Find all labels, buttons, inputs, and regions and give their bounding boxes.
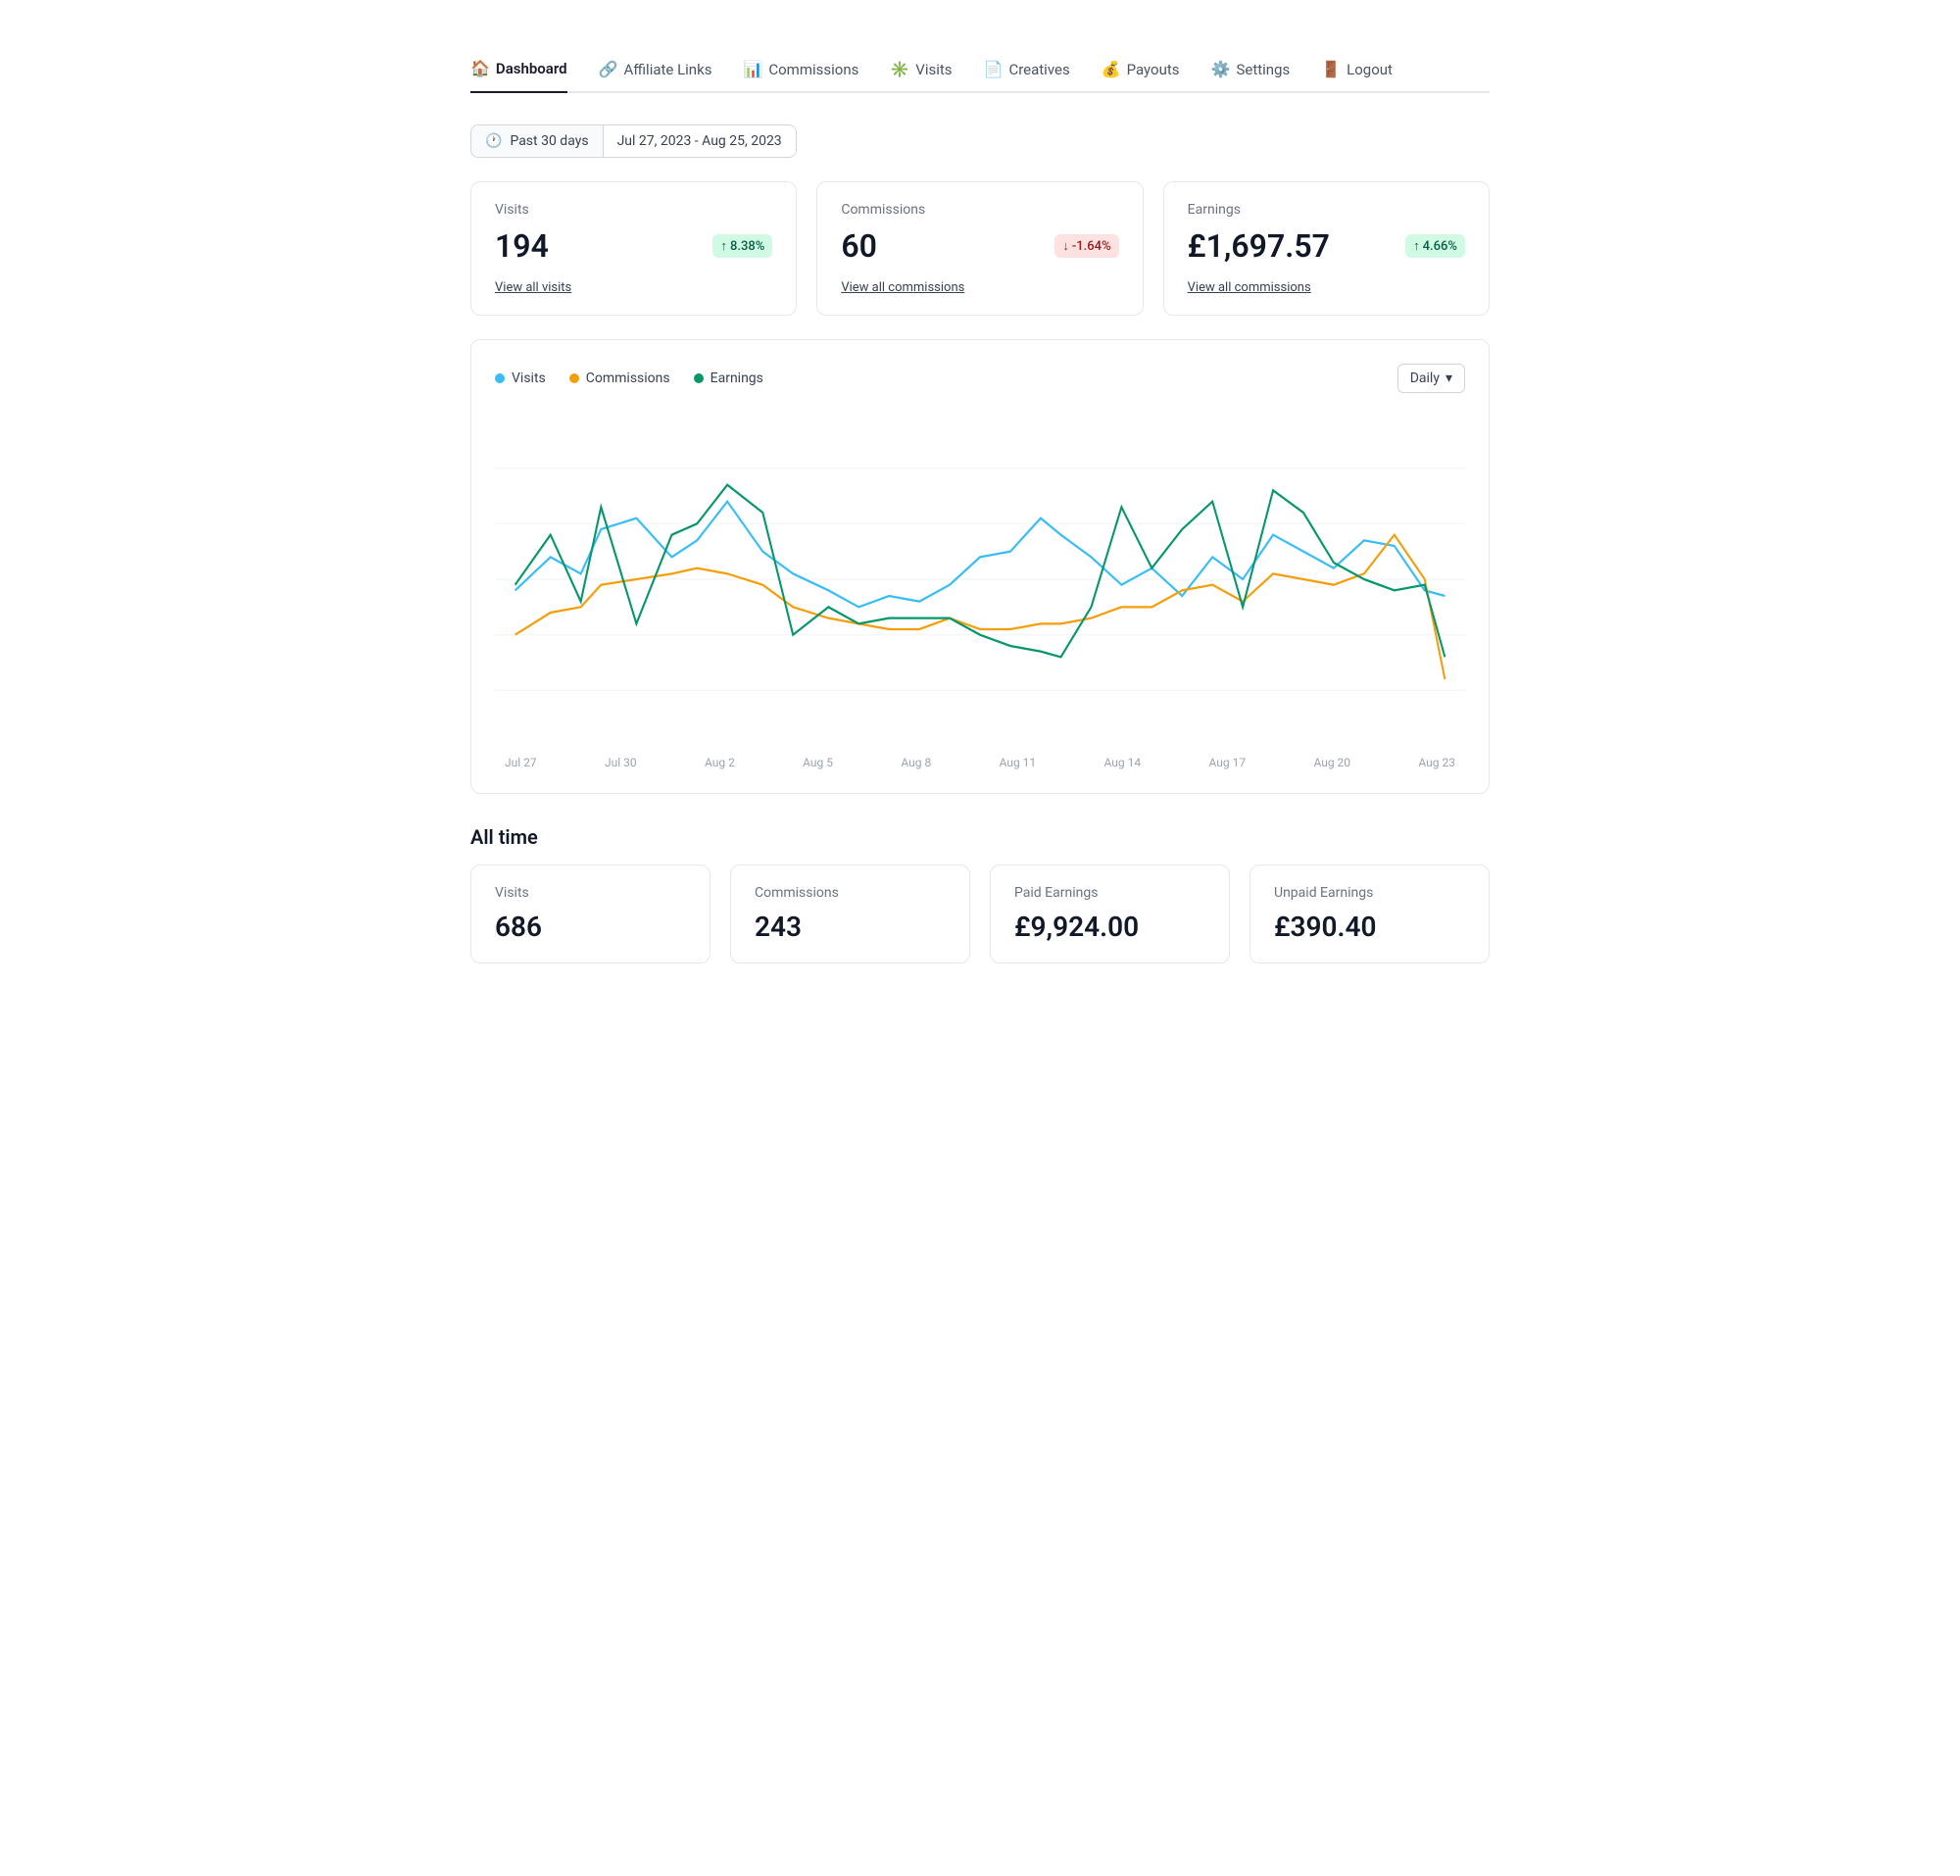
alltime-paid-earnings-card: Paid Earnings £9,924.00	[990, 864, 1230, 963]
date-range-display: Jul 27, 2023 - Aug 25, 2023	[604, 125, 796, 157]
clock-icon: 🕐	[485, 133, 502, 149]
nav-dashboard[interactable]: 🏠 Dashboard	[470, 59, 567, 93]
nav-payouts[interactable]: 💰 Payouts	[1102, 60, 1180, 92]
alltime-section: All time Visits 686 Commissions 243 Paid…	[470, 825, 1490, 963]
alltime-commissions-label: Commissions	[755, 885, 946, 901]
x-label-7: Aug 17	[1208, 756, 1246, 769]
payouts-icon: 💰	[1102, 60, 1121, 78]
alltime-unpaid-earnings-card: Unpaid Earnings £390.40	[1250, 864, 1490, 963]
alltime-title: All time	[470, 825, 1490, 849]
chart-interval-dropdown[interactable]: Daily ▾	[1397, 364, 1465, 393]
earnings-card: Earnings £1,697.57 ↑ 4.66% View all comm…	[1163, 181, 1490, 316]
commissions-badge-text: -1.64%	[1072, 239, 1111, 254]
x-label-5: Aug 11	[1000, 756, 1037, 769]
creatives-icon: 📄	[984, 60, 1004, 78]
nav-creatives[interactable]: 📄 Creatives	[984, 60, 1070, 92]
view-all-visits-link[interactable]: View all visits	[495, 280, 772, 295]
nav-logout[interactable]: 🚪 Logout	[1321, 60, 1393, 92]
commissions-icon: 📊	[743, 60, 762, 78]
line-chart	[495, 413, 1465, 746]
commissions-value: 60	[841, 227, 877, 265]
view-all-commissions-link-1[interactable]: View all commissions	[841, 280, 1118, 295]
visits-value: 194	[495, 227, 549, 265]
x-label-8: Aug 20	[1313, 756, 1350, 769]
legend-visits-dot	[495, 373, 505, 383]
x-label-9: Aug 23	[1418, 756, 1455, 769]
alltime-visits-label: Visits	[495, 885, 686, 901]
alltime-paid-earnings-label: Paid Earnings	[1014, 885, 1205, 901]
visits-badge-text: 8.38%	[730, 239, 764, 254]
link-icon: 🔗	[599, 60, 618, 78]
legend-commissions-dot	[569, 373, 579, 383]
nav-settings[interactable]: ⚙️ Settings	[1211, 60, 1291, 92]
commissions-badge: ↓ -1.64%	[1054, 234, 1118, 258]
date-filter[interactable]: 🕐 Past 30 days Jul 27, 2023 - Aug 25, 20…	[470, 124, 797, 158]
alltime-unpaid-earnings-value: £390.40	[1274, 911, 1465, 943]
alltime-visits-card: Visits 686	[470, 864, 710, 963]
commissions-label: Commissions	[841, 202, 1118, 218]
visits-label: Visits	[495, 202, 772, 218]
visits-badge-arrow: ↑	[720, 238, 727, 254]
alltime-paid-earnings-value: £9,924.00	[1014, 911, 1205, 943]
x-label-1: Jul 30	[605, 756, 637, 769]
visits-badge: ↑ 8.38%	[712, 234, 772, 258]
view-all-commissions-link-2[interactable]: View all commissions	[1188, 280, 1465, 295]
chevron-down-icon: ▾	[1446, 370, 1452, 386]
x-label-4: Aug 8	[901, 756, 931, 769]
x-label-0: Jul 27	[505, 756, 537, 769]
visits-icon: ✳️	[890, 60, 909, 78]
nav-visits[interactable]: ✳️ Visits	[890, 60, 952, 92]
nav-commissions[interactable]: 📊 Commissions	[743, 60, 858, 92]
legend-commissions: Commissions	[569, 370, 670, 386]
earnings-badge-text: 4.66%	[1423, 239, 1457, 254]
settings-icon: ⚙️	[1211, 60, 1231, 78]
stat-cards-row: Visits 194 ↑ 8.38% View all visits Commi…	[470, 181, 1490, 316]
period-selector[interactable]: 🕐 Past 30 days	[471, 125, 604, 157]
alltime-cards-row: Visits 686 Commissions 243 Paid Earnings…	[470, 864, 1490, 963]
alltime-commissions-card: Commissions 243	[730, 864, 970, 963]
chart-header: Visits Commissions Earnings Daily ▾	[495, 364, 1465, 393]
visits-card: Visits 194 ↑ 8.38% View all visits	[470, 181, 797, 316]
x-label-6: Aug 14	[1104, 756, 1142, 769]
x-axis-labels: Jul 27 Jul 30 Aug 2 Aug 5 Aug 8 Aug 11 A…	[495, 756, 1465, 769]
legend-visits: Visits	[495, 370, 546, 386]
chart-legend: Visits Commissions Earnings	[495, 370, 763, 386]
alltime-visits-value: 686	[495, 911, 686, 943]
alltime-unpaid-earnings-label: Unpaid Earnings	[1274, 885, 1465, 901]
commissions-badge-arrow: ↓	[1062, 238, 1069, 254]
earnings-value-row: £1,697.57 ↑ 4.66%	[1188, 227, 1465, 265]
main-nav: 🏠 Dashboard 🔗 Affiliate Links 📊 Commissi…	[470, 59, 1490, 93]
commissions-card: Commissions 60 ↓ -1.64% View all commiss…	[816, 181, 1143, 316]
commissions-value-row: 60 ↓ -1.64%	[841, 227, 1118, 265]
chart-container: Visits Commissions Earnings Daily ▾	[470, 339, 1490, 794]
earnings-badge: ↑ 4.66%	[1405, 234, 1465, 258]
home-icon: 🏠	[470, 59, 490, 77]
earnings-value: £1,697.57	[1188, 227, 1330, 265]
x-label-3: Aug 5	[803, 756, 833, 769]
alltime-commissions-value: 243	[755, 911, 946, 943]
earnings-badge-arrow: ↑	[1413, 238, 1420, 254]
nav-affiliate-links[interactable]: 🔗 Affiliate Links	[599, 60, 712, 92]
visits-value-row: 194 ↑ 8.38%	[495, 227, 772, 265]
legend-earnings: Earnings	[694, 370, 763, 386]
legend-earnings-dot	[694, 373, 704, 383]
logout-icon: 🚪	[1321, 60, 1341, 78]
x-label-2: Aug 2	[705, 756, 735, 769]
earnings-label: Earnings	[1188, 202, 1465, 218]
